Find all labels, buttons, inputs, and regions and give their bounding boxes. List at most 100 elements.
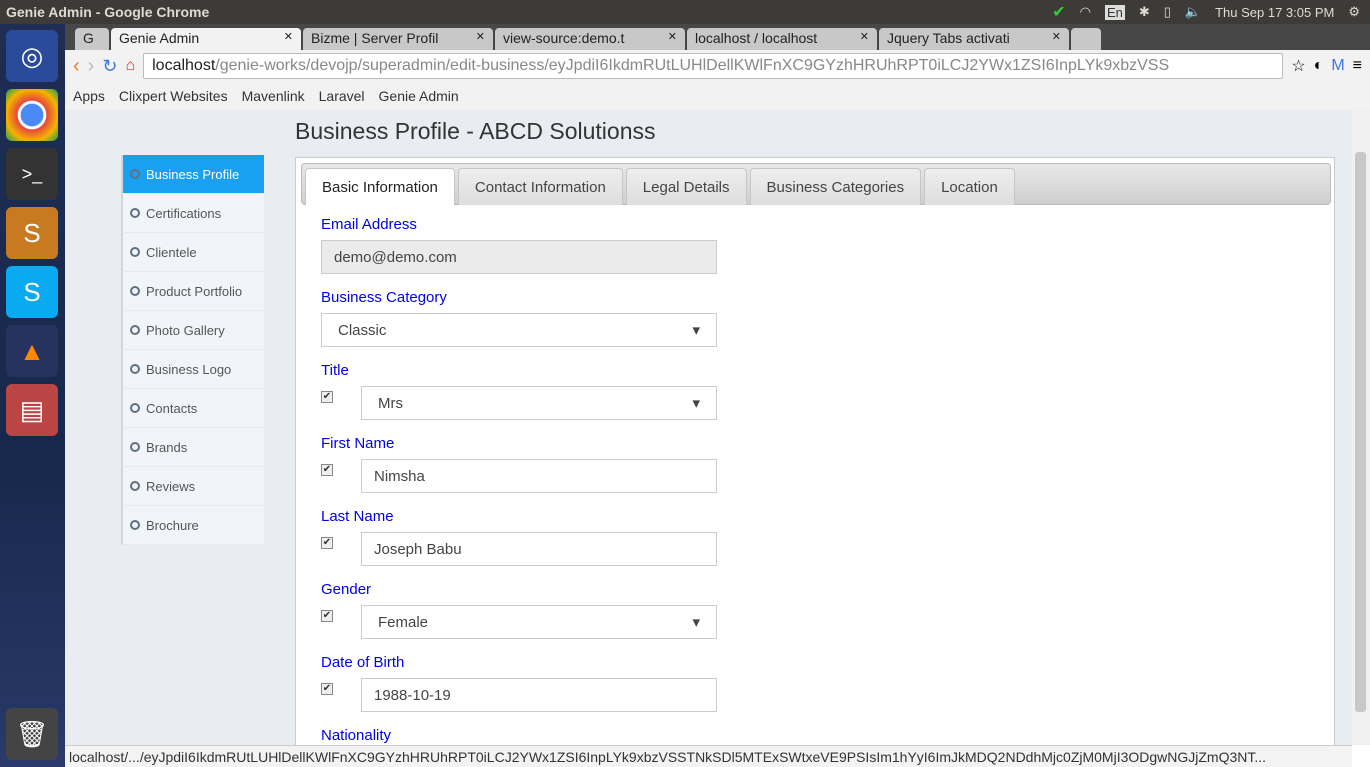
home-icon[interactable]: ⌂ <box>125 57 135 75</box>
sublime-icon[interactable]: S <box>6 207 58 259</box>
form-tab[interactable]: Business Categories <box>749 168 922 205</box>
dob-label: Date of Birth <box>321 654 405 671</box>
first-name-checkbox[interactable]: ✔ <box>321 464 333 476</box>
title-select[interactable]: Mrs ▾ <box>361 386 717 420</box>
email-label: Email Address <box>321 216 417 233</box>
address-bar[interactable]: localhost/genie-works/devojp/superadmin/… <box>143 53 1284 79</box>
browser-tab[interactable]: localhost / localhost ✕ <box>687 28 877 50</box>
sidebar-item-label: Reviews <box>146 478 196 494</box>
trash-icon[interactable]: 🗑 <box>6 708 58 760</box>
browser-tab[interactable]: Genie Admin ✕ <box>111 28 301 50</box>
circle-icon <box>130 208 140 218</box>
tab-bar: Basic Information Contact Information Lega… <box>301 163 1331 205</box>
last-name-label: Last Name <box>321 508 394 525</box>
sidebar-item[interactable]: Business Logo <box>121 350 264 389</box>
bookmark-apps[interactable]: Apps <box>73 88 105 104</box>
basic-info-form: Email Address demo@demo.com Business Cat… <box>321 216 717 745</box>
sidebar-item-label: Business Profile <box>146 166 240 182</box>
dob-input[interactable]: 1988-10-19 <box>361 678 717 712</box>
form-tab[interactable]: Contact Information <box>457 168 623 205</box>
sidebar-item[interactable]: Brochure <box>121 506 264 545</box>
dob-checkbox[interactable]: ✔ <box>321 683 333 695</box>
bookmark-clixpert[interactable]: Clixpert Websites <box>119 88 228 104</box>
gender-checkbox[interactable]: ✔ <box>321 610 333 622</box>
sidebar-item-label: Photo Gallery <box>146 322 225 338</box>
menu-icon[interactable]: ≡ <box>1353 57 1362 75</box>
business-category-select[interactable]: Classic ▾ <box>321 313 717 347</box>
forward-icon[interactable]: › <box>88 55 95 78</box>
reload-icon[interactable]: ↻ <box>102 56 117 77</box>
tab-strip: G Genie Admin ✕ Bizme | Server Profil ✕ vi… <box>65 24 1370 50</box>
toolbar: ‹ › ↻ ⌂ localhost/genie-works/devojp/sup… <box>65 50 1370 82</box>
last-name-input[interactable]: Joseph Babu <box>361 532 717 566</box>
scrollbar-thumb[interactable] <box>1355 152 1366 712</box>
wifi-icon[interactable]: ◠ <box>1080 4 1091 20</box>
tab-label: localhost / localhost <box>695 30 818 46</box>
form-tab[interactable]: Location <box>924 168 1015 205</box>
first-name-label: First Name <box>321 435 395 452</box>
bluetooth-icon[interactable]: ✱ <box>1139 4 1150 20</box>
window-title: Genie Admin - Google Chrome <box>6 4 210 20</box>
tab-label: Jquery Tabs activati <box>887 30 1010 46</box>
keyboard-indicator[interactable]: En <box>1104 4 1125 20</box>
sidebar-item-label: Brands <box>146 439 188 455</box>
volume-icon[interactable]: 🔈 <box>1185 4 1201 20</box>
form-tab[interactable]: Legal Details <box>625 168 747 205</box>
chrome-icon[interactable] <box>6 89 58 141</box>
circle-icon <box>130 364 140 374</box>
close-tab-icon[interactable]: ✕ <box>860 30 869 48</box>
browser-tab[interactable]: Bizme | Server Profil ✕ <box>303 28 493 50</box>
close-tab-icon[interactable]: ✕ <box>284 30 293 48</box>
bookmark-mavenlink[interactable]: Mavenlink <box>242 88 305 104</box>
first-name-input[interactable]: Nimsha <box>361 459 717 493</box>
close-tab-icon[interactable]: ✕ <box>668 30 677 48</box>
sidebar-item[interactable]: Business Profile <box>121 155 264 194</box>
last-name-checkbox[interactable]: ✔ <box>321 537 333 549</box>
tab-label: view-source:demo.t <box>503 30 625 46</box>
bookmark-star-icon[interactable]: ☆ <box>1291 56 1305 76</box>
bookmark-genie-admin[interactable]: Genie Admin <box>379 88 459 104</box>
url-host: localhost <box>152 57 216 74</box>
terminal-icon[interactable]: >_ <box>6 148 58 200</box>
select-value: Classic <box>338 321 387 339</box>
browser-tab[interactable]: Jquery Tabs activati ✕ <box>879 28 1069 50</box>
back-icon[interactable]: ‹ <box>73 55 80 78</box>
page-scrollbar[interactable] <box>1352 110 1370 745</box>
new-tab-button[interactable] <box>1071 28 1101 50</box>
skype-icon[interactable]: S <box>6 266 58 318</box>
battery-icon[interactable]: ▯ <box>1164 4 1171 20</box>
browser-tab[interactable]: view-source:demo.t ✕ <box>495 28 685 50</box>
settings-gear-icon[interactable]: ⚙ <box>1348 4 1360 20</box>
sidebar-item[interactable]: Certifications <box>121 194 264 233</box>
sidebar-item[interactable]: Contacts <box>121 389 264 428</box>
circle-icon <box>130 286 140 296</box>
update-icon[interactable]: ✔ <box>1052 2 1065 22</box>
ubuntu-icon[interactable]: ◎ <box>6 30 58 82</box>
title-checkbox[interactable]: ✔ <box>321 391 333 403</box>
sidebar-item-label: Business Logo <box>146 361 232 377</box>
url-path: /genie-works/devojp/superadmin/edit-busi… <box>215 57 1170 74</box>
gmail-icon[interactable]: M <box>1331 57 1344 75</box>
bookmark-laravel[interactable]: Laravel <box>319 88 365 104</box>
sidebar-item[interactable]: Product Portfolio <box>121 272 264 311</box>
vlc-icon[interactable]: ▲ <box>6 325 58 377</box>
extension-icon[interactable]: ◐ <box>1314 57 1324 75</box>
launcher: ◎ >_ S S ▲ ▤ 🗑 <box>0 24 65 767</box>
gender-select[interactable]: Female ▾ <box>361 605 717 639</box>
sidebar-item[interactable]: Brands <box>121 428 264 467</box>
dropdown-arrow-icon: ▾ <box>692 322 700 339</box>
clock[interactable]: Thu Sep 17 3:05 PM <box>1215 5 1334 20</box>
close-tab-icon[interactable]: ✕ <box>1052 30 1061 48</box>
google-tab[interactable]: G <box>75 28 109 50</box>
sidebar-item[interactable]: Clientele <box>121 233 264 272</box>
dropdown-arrow-icon: ▾ <box>692 614 700 631</box>
form-tab[interactable]: Basic Information <box>305 168 455 205</box>
sidebar-item[interactable]: Photo Gallery <box>121 311 264 350</box>
files-icon[interactable]: ▤ <box>6 384 58 436</box>
circle-icon <box>130 442 140 452</box>
circle-icon <box>130 481 140 491</box>
email-field[interactable]: demo@demo.com <box>321 240 717 274</box>
sidebar-item-label: Certifications <box>146 205 222 221</box>
sidebar-item[interactable]: Reviews <box>121 467 264 506</box>
close-tab-icon[interactable]: ✕ <box>476 30 485 48</box>
